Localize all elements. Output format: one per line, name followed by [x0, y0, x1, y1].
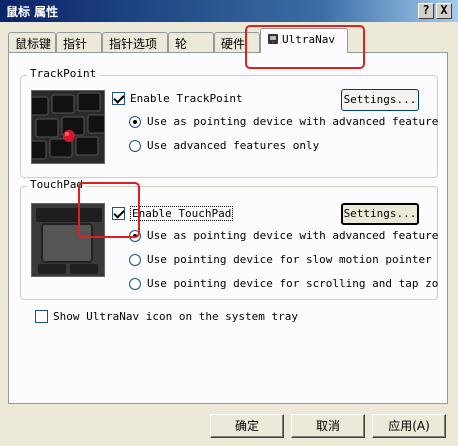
enable-touchpad-checkbox[interactable] — [112, 207, 125, 220]
touchpad-radio-slow-motion[interactable] — [129, 253, 141, 266]
enable-trackpoint-row[interactable]: Enable TrackPoint — [112, 92, 243, 105]
enable-touchpad-row[interactable]: Enable TouchPad — [112, 206, 234, 221]
tab-ultranav[interactable]: UltraNav — [260, 28, 348, 53]
touchpad-option-advanced[interactable]: Use as pointing device with advanced fea… — [129, 229, 438, 242]
trackpoint-group: TrackPoint Enable TrackPoint Settings...… — [20, 67, 438, 178]
tab-mouse-buttons[interactable]: 鼠标键 — [8, 32, 56, 52]
show-tray-icon-label: Show UltraNav icon on the system tray — [53, 310, 299, 323]
touchpad-option-advanced-label: Use as pointing device with advanced fea… — [147, 229, 439, 242]
ok-button[interactable]: 确定 — [210, 414, 284, 438]
ultranav-icon — [268, 34, 278, 44]
ultranav-panel: TrackPoint Enable TrackPoint Settings...… — [8, 52, 448, 404]
touchpad-option-scrolling-label: Use pointing device for scrolling and ta… — [147, 277, 439, 290]
touchpad-radio-advanced[interactable] — [129, 229, 141, 242]
touchpad-option-slow-motion-label: Use pointing device for slow motion poin… — [147, 253, 432, 266]
trackpoint-image — [31, 90, 105, 164]
touchpad-group-label: TouchPad — [27, 178, 86, 191]
show-tray-icon-checkbox[interactable] — [35, 310, 48, 323]
help-button[interactable]: ? — [418, 3, 434, 19]
trackpoint-radio-advanced[interactable] — [129, 115, 141, 128]
trackpoint-settings-button[interactable]: Settings... — [341, 89, 419, 111]
touchpad-option-scrolling[interactable]: Use pointing device for scrolling and ta… — [129, 277, 438, 290]
tab-pointer[interactable]: 指针 — [56, 32, 102, 52]
enable-trackpoint-label: Enable TrackPoint — [130, 92, 243, 105]
touchpad-option-slow-motion[interactable]: Use pointing device for slow motion poin… — [129, 253, 432, 266]
trackpoint-option-advanced-only[interactable]: Use advanced features only — [129, 139, 319, 152]
touchpad-image — [31, 203, 105, 277]
touchpad-group: TouchPad Enable TouchPad Settings... Use… — [20, 178, 438, 300]
trackpoint-option-advanced-only-label: Use advanced features only — [147, 139, 320, 152]
apply-button[interactable]: 应用(A) — [372, 414, 446, 438]
touchpad-settings-button[interactable]: Settings... — [341, 203, 419, 225]
title-bar: 鼠标 属性 ? X — [0, 0, 458, 22]
tab-hardware[interactable]: 硬件 — [214, 32, 260, 52]
trackpoint-radio-advanced-only[interactable] — [129, 139, 141, 152]
enable-touchpad-label: Enable TouchPad — [130, 206, 234, 221]
touchpad-radio-scrolling[interactable] — [129, 277, 141, 290]
tab-ultranav-label: UltraNav — [282, 33, 335, 46]
close-button[interactable]: X — [436, 3, 452, 19]
tab-wheel[interactable]: 轮 — [168, 32, 214, 52]
trackpoint-group-label: TrackPoint — [27, 67, 100, 80]
cancel-button[interactable]: 取消 — [291, 414, 365, 438]
trackpoint-option-advanced-label: Use as pointing device with advanced fea… — [147, 115, 439, 128]
enable-trackpoint-checkbox[interactable] — [112, 92, 125, 105]
window-title: 鼠标 属性 — [6, 5, 59, 19]
show-tray-icon-row[interactable]: Show UltraNav icon on the system tray — [35, 310, 298, 323]
trackpoint-option-advanced[interactable]: Use as pointing device with advanced fea… — [129, 115, 438, 128]
tab-pointer-options[interactable]: 指针选项 — [102, 32, 168, 52]
